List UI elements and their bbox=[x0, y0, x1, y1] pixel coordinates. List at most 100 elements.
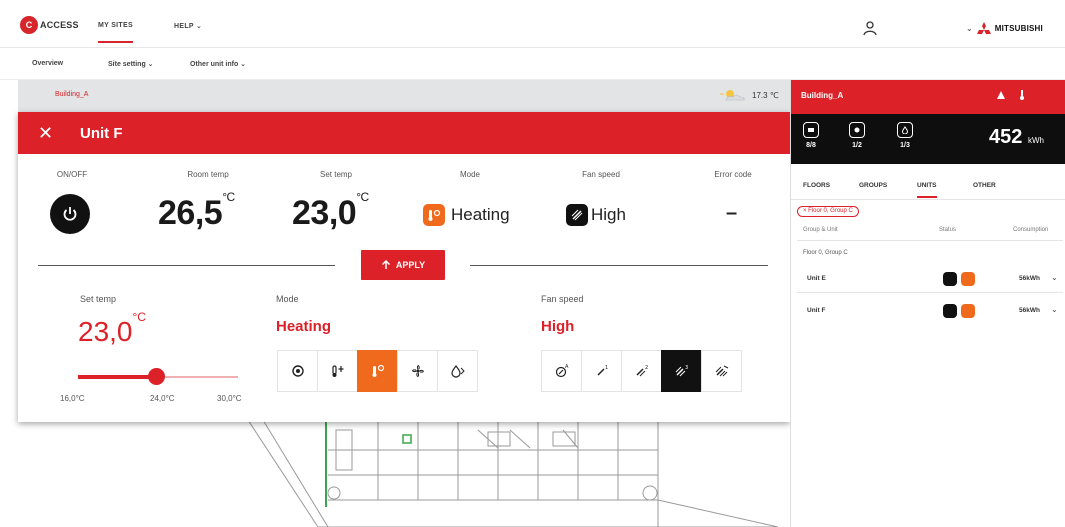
panel-header: ✕ Unit F bbox=[18, 112, 790, 154]
set-temp-control-value: 23,0°C bbox=[78, 310, 146, 348]
subnav-site-setting[interactable]: Site setting ⌄ bbox=[108, 60, 154, 68]
stat-heating: 1/2 bbox=[849, 122, 865, 149]
fan-speed-3-icon: 3 bbox=[675, 365, 688, 377]
outdoor-weather: 17.3 ℃ bbox=[718, 88, 779, 102]
nav-my-sites[interactable]: MY SITES bbox=[98, 22, 133, 43]
thermometer-icon[interactable] bbox=[1018, 90, 1026, 102]
sidebar-tabs: FLOORS GROUPS UNITS OTHER bbox=[791, 178, 1065, 200]
col-consumption: Consumption bbox=[1013, 227, 1049, 233]
chevron-down-icon: ⌄ bbox=[966, 23, 973, 33]
fan-speed-label: Fan speed bbox=[582, 170, 620, 179]
divider-left bbox=[38, 265, 335, 266]
stat-drops-value: 1/3 bbox=[900, 142, 910, 149]
tab-units[interactable]: UNITS bbox=[917, 182, 937, 198]
mode-fan-button[interactable] bbox=[397, 350, 438, 392]
mode-cool-button[interactable] bbox=[317, 350, 358, 392]
fan-speed-2-button[interactable]: 2 bbox=[621, 350, 662, 392]
status-unit-icon bbox=[943, 272, 957, 286]
row-divider bbox=[797, 292, 1063, 293]
col-group-unit: Group & Unit bbox=[803, 227, 838, 233]
sidebar-header-icons bbox=[996, 90, 1026, 102]
fan-speed-1-button[interactable]: 1 bbox=[581, 350, 622, 392]
fan-speed-icon bbox=[566, 204, 588, 226]
fan-speed-3-button[interactable]: 3 bbox=[661, 350, 702, 392]
stat-heating-value: 1/2 bbox=[852, 142, 862, 149]
set-temp-value: 23,0°C bbox=[292, 190, 369, 233]
user-icon[interactable] bbox=[862, 20, 878, 36]
status-heating-icon bbox=[961, 272, 975, 286]
tab-groups[interactable]: GROUPS bbox=[859, 182, 887, 189]
chevron-down-icon[interactable]: ⌄ bbox=[1051, 273, 1058, 282]
apply-button[interactable]: APPLY bbox=[361, 250, 445, 280]
table-divider bbox=[797, 240, 1063, 241]
nav-help[interactable]: HELP ⌄ bbox=[174, 22, 202, 30]
row-consumption: 56kWh bbox=[1019, 307, 1040, 314]
mode-value: Heating bbox=[423, 204, 510, 226]
fan-speed-max-icon bbox=[715, 365, 728, 377]
fan-selected: High bbox=[541, 318, 575, 335]
tab-floors[interactable]: FLOORS bbox=[803, 182, 830, 189]
fan-auto-icon: A bbox=[555, 364, 569, 378]
room-temp-value: 26,5°C bbox=[158, 190, 235, 233]
filter-chip[interactable]: × Floor 0, Group C bbox=[797, 206, 859, 217]
col-status: Status bbox=[939, 227, 957, 233]
fan-speed-max-button[interactable] bbox=[701, 350, 742, 392]
apply-label: APPLY bbox=[395, 260, 426, 270]
row-unit-name: Unit E bbox=[807, 275, 826, 282]
power-icon bbox=[63, 207, 77, 221]
set-temp-slider-fill bbox=[78, 375, 156, 379]
logo-mark: C bbox=[20, 16, 38, 34]
subnav-other-unit-info[interactable]: Other unit info ⌄ bbox=[190, 60, 246, 68]
mode-selected: Heating bbox=[276, 318, 332, 335]
set-temp-slider-thumb[interactable] bbox=[148, 368, 165, 385]
row-consumption: 56kWh bbox=[1019, 275, 1040, 282]
row-unit-name: Unit F bbox=[807, 307, 826, 314]
fan-icon bbox=[411, 365, 424, 377]
fan-speed-1-icon: 1 bbox=[596, 365, 608, 376]
subnav-overview[interactable]: Overview bbox=[32, 60, 63, 67]
error-code-value: – bbox=[726, 202, 738, 224]
unit-icon bbox=[803, 122, 819, 138]
onoff-label: ON/OFF bbox=[56, 170, 88, 179]
set-temp-control-number: 23,0 bbox=[78, 316, 133, 347]
heating-icon bbox=[372, 364, 384, 377]
sub-nav: Overview Site setting ⌄ Other unit info … bbox=[0, 48, 1065, 80]
fan-speed-value: High bbox=[566, 204, 626, 226]
divider-right bbox=[470, 265, 768, 266]
table-row[interactable]: Unit F 56kWh ⌄ bbox=[797, 298, 1063, 324]
outdoor-temp: 17.3 ℃ bbox=[752, 90, 779, 100]
set-temp-label: Set temp bbox=[319, 170, 352, 179]
fan-auto-button[interactable]: A bbox=[541, 350, 582, 392]
table-row[interactable]: Unit E 56kWh ⌄ bbox=[797, 266, 1063, 292]
stat-drops: 1/3 bbox=[897, 122, 913, 149]
drop-icon bbox=[897, 122, 913, 138]
mode-dry-button[interactable] bbox=[437, 350, 478, 392]
sun-icon bbox=[849, 122, 865, 138]
cooling-icon bbox=[331, 365, 343, 377]
power-button[interactable] bbox=[50, 194, 90, 234]
logo-text: ACCESS bbox=[40, 20, 79, 30]
close-icon[interactable]: ✕ bbox=[38, 124, 53, 142]
unit-title: Unit F bbox=[80, 125, 123, 142]
alert-icon[interactable] bbox=[996, 90, 1006, 102]
set-temp-section-label: Set temp bbox=[80, 294, 117, 304]
group-name: Floor 0, Group C bbox=[803, 250, 848, 256]
slider-tick-max: 30,0°C bbox=[217, 394, 242, 403]
set-temp-control-unit: °C bbox=[132, 310, 146, 324]
energy-unit: kWh bbox=[1027, 136, 1044, 145]
chevron-down-icon[interactable]: ⌄ bbox=[1051, 305, 1058, 314]
brand-selector[interactable]: ⌄ MITSUBISHI bbox=[966, 22, 1043, 34]
access-logo[interactable]: C ACCESS bbox=[20, 14, 79, 36]
svg-text:2: 2 bbox=[645, 365, 648, 371]
mode-heat-button[interactable] bbox=[357, 350, 398, 392]
mode-auto-button[interactable] bbox=[277, 350, 318, 392]
auto-mode-icon bbox=[291, 365, 304, 377]
building-name[interactable]: Building_A bbox=[55, 91, 88, 98]
stat-units-on: 8/8 bbox=[803, 122, 819, 149]
svg-text:3: 3 bbox=[685, 365, 688, 371]
fan-section-label: Fan speed bbox=[541, 294, 584, 304]
tab-other[interactable]: OTHER bbox=[973, 182, 996, 189]
energy-consumption: 452 kWh bbox=[989, 126, 1044, 149]
top-nav: C ACCESS MY SITES HELP ⌄ ⌄ MITSUBISHI bbox=[0, 0, 1065, 48]
error-code-label: Error code bbox=[714, 170, 752, 179]
